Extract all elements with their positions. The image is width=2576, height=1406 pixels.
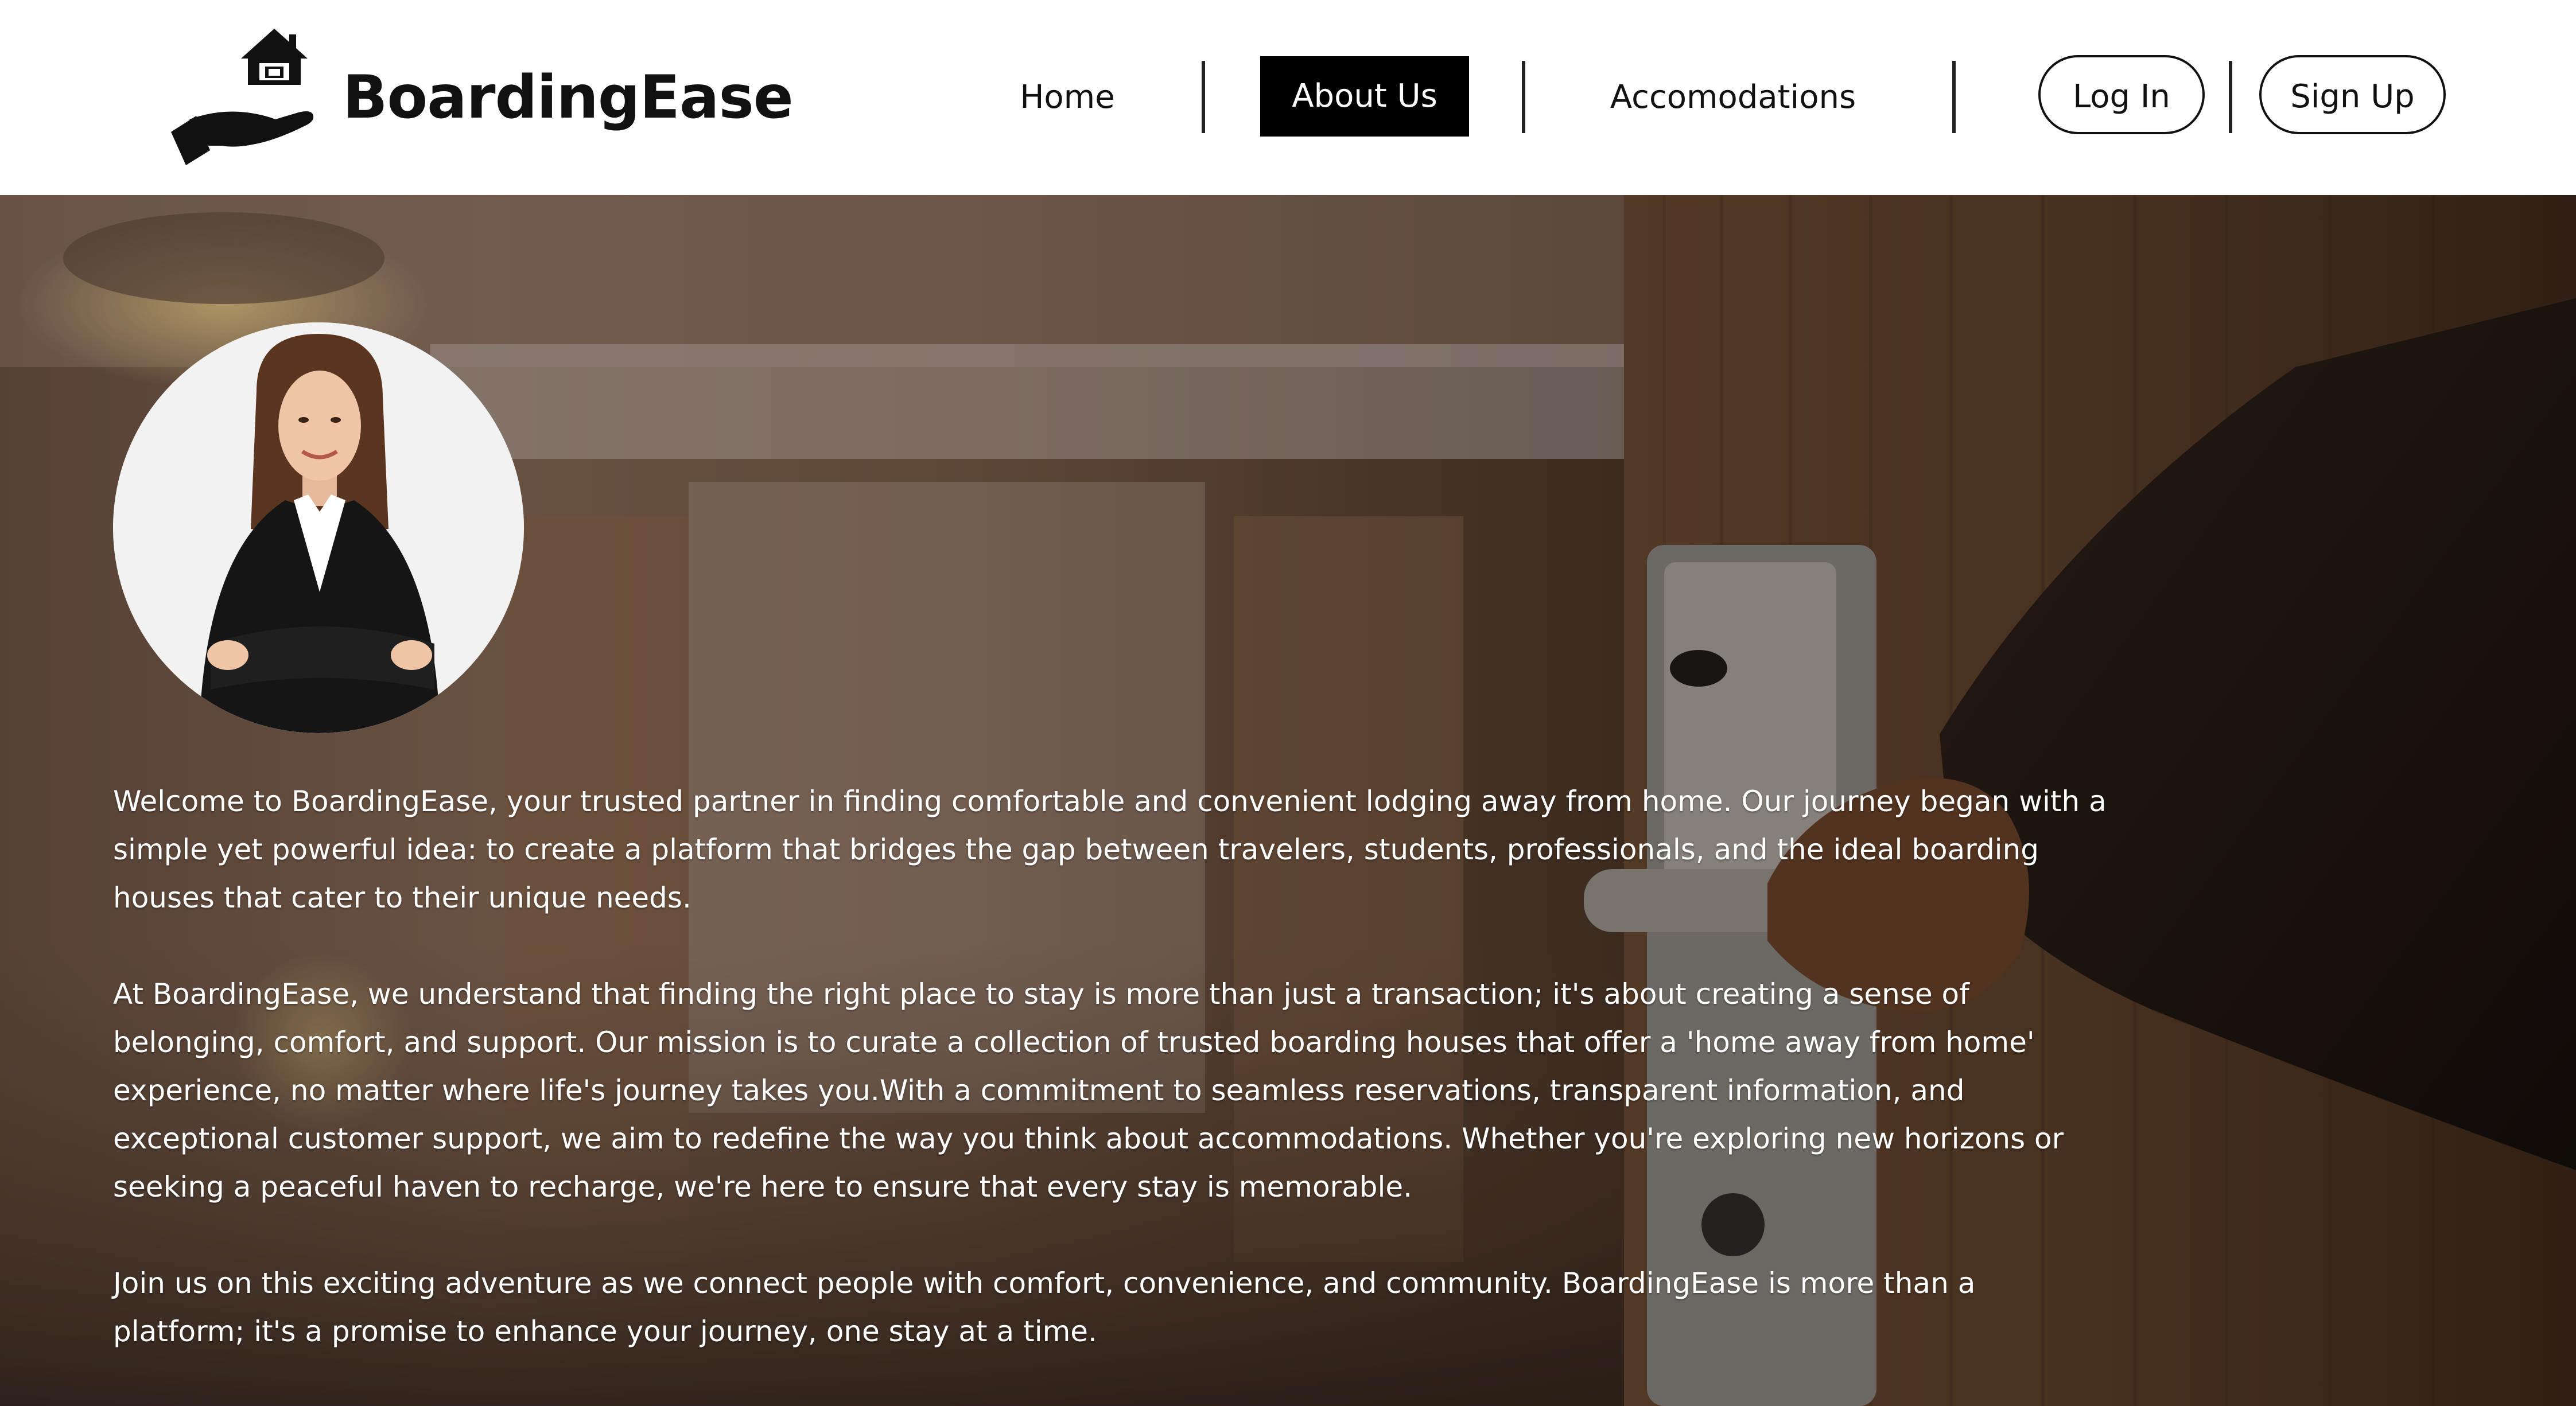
about-hero-section: Welcome to BoardingEase, your trusted pa…	[0, 195, 2576, 1406]
nav-home[interactable]: Home	[998, 57, 1136, 138]
nav-divider	[1202, 61, 1205, 133]
brand-name[interactable]: BoardingEase	[343, 63, 794, 132]
about-paragraph-3: Join us on this exciting adventure as we…	[113, 1267, 1976, 1348]
about-paragraph-2: At BoardingEase, we understand that find…	[113, 977, 2064, 1204]
nav-about-us[interactable]: About Us	[1260, 56, 1469, 137]
nav-accomodations[interactable]: Accomodations	[1595, 57, 1871, 138]
nav-divider	[1522, 61, 1525, 133]
nav-divider	[1952, 61, 1956, 133]
nav-divider	[2229, 61, 2232, 133]
about-us-text: Welcome to BoardingEase, your trusted pa…	[113, 777, 2110, 1404]
about-paragraph-1: Welcome to BoardingEase, your trusted pa…	[113, 785, 2107, 914]
house-in-hand-icon[interactable]	[166, 23, 321, 172]
login-button[interactable]: Log In	[2038, 55, 2205, 134]
signup-button[interactable]: Sign Up	[2259, 55, 2446, 134]
top-navbar: BoardingEase Home About Us Accomodations…	[0, 0, 2576, 195]
business-woman-portrait	[113, 322, 524, 733]
